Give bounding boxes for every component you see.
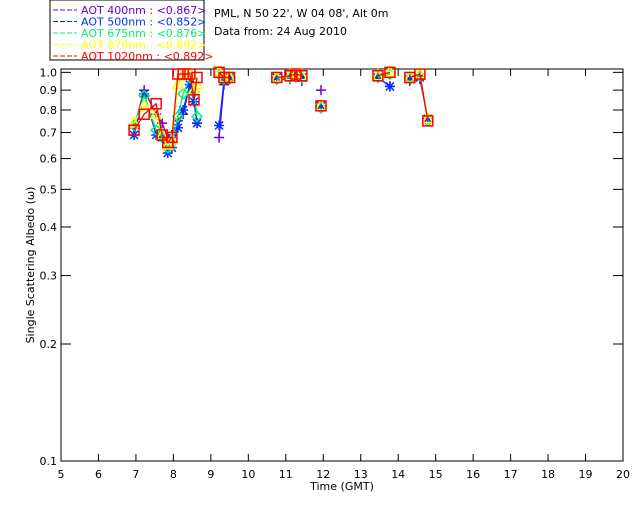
- asterisk-marker: [192, 118, 203, 129]
- x-tick-label: 8: [170, 468, 177, 481]
- x-axis-label: Time (GMT): [309, 480, 374, 493]
- x-tick-label: 17: [504, 468, 518, 481]
- y-tick-label: 0.2: [40, 338, 58, 351]
- x-tick-label: 15: [429, 468, 443, 481]
- y-tick-label: 0.8: [40, 104, 58, 117]
- axes: 5 6 7 8 9 10 11 12 13 14 15 16 17 18 19 201.00.90.80.70…: [40, 66, 631, 481]
- chart: AOT 400nm : <0.867>AOT 500nm : <0.852>AO…: [24, 0, 631, 493]
- y-tick-label: 0.9: [40, 84, 58, 97]
- x-tick-label: 14: [391, 468, 405, 481]
- y-tick-label: 0.1: [40, 455, 58, 468]
- y-tick-label: 1.0: [40, 66, 58, 79]
- site-info: PML, N 50 22', W 04 08', Alt 0m: [214, 7, 388, 20]
- asterisk-marker: [214, 120, 225, 131]
- plus-marker: [316, 85, 327, 96]
- y-tick-label: 0.7: [40, 127, 58, 140]
- series-line: [133, 71, 429, 147]
- plot-frame: [60, 68, 624, 462]
- x-tick-label: 18: [541, 468, 555, 481]
- x-tick-label: 19: [579, 468, 593, 481]
- x-tick-label: 16: [466, 468, 480, 481]
- legend-label: AOT 1020nm : <0.892>: [81, 50, 214, 63]
- series-layer: [127, 64, 435, 159]
- y-tick-label: 0.3: [40, 270, 58, 283]
- date-info: Data from: 24 Aug 2010: [214, 25, 347, 38]
- x-tick-label: 6: [95, 468, 102, 481]
- x-tick-label: 10: [241, 468, 255, 481]
- x-tick-label: 9: [207, 468, 214, 481]
- plus-marker: [214, 132, 225, 143]
- y-axis-label: Single Scattering Albedo (ω): [24, 187, 37, 344]
- y-tick-label: 0.4: [40, 221, 58, 234]
- asterisk-marker: [384, 81, 395, 92]
- x-tick-label: 11: [279, 468, 293, 481]
- x-tick-label: 7: [132, 468, 139, 481]
- y-tick-label: 0.6: [40, 153, 58, 166]
- x-tick-label: 20: [616, 468, 630, 481]
- y-tick-label: 0.5: [40, 183, 58, 196]
- x-tick-label: 5: [58, 468, 65, 481]
